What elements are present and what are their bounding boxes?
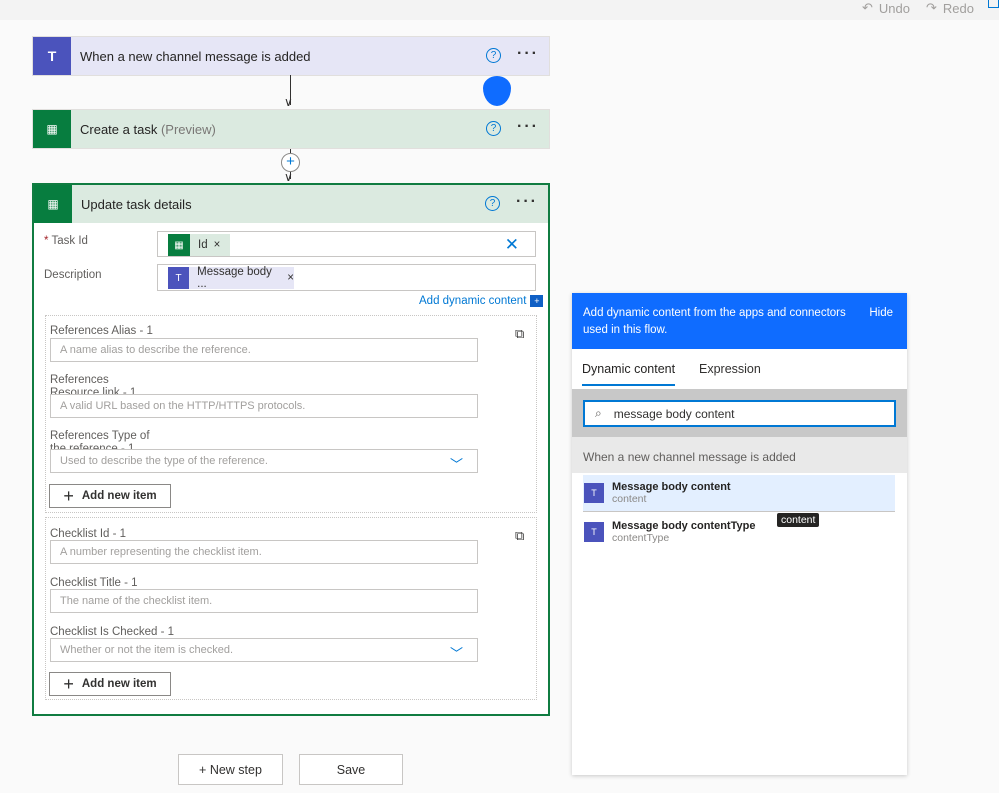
remove-token-icon[interactable]: × (214, 239, 221, 251)
description-label: Description (44, 269, 102, 281)
teams-icon: T (584, 483, 604, 503)
checklist-checked-dropdown[interactable]: Whether or not the item is checked. ﹀ (50, 638, 478, 662)
references-type-dropdown[interactable]: Used to describe the type of the referen… (50, 449, 478, 473)
dynamic-item[interactable]: T Message body content content (583, 475, 895, 512)
dynamic-content-panel: Add dynamic content from the apps and co… (572, 293, 907, 775)
references-add-item-button[interactable]: + Add new item (49, 484, 171, 508)
hide-button[interactable]: Hide (869, 305, 893, 322)
description-field[interactable]: T Message body ... × (157, 264, 536, 291)
save-button[interactable]: Save (299, 754, 403, 785)
search-icon: ⌕ (595, 406, 602, 420)
help-icon[interactable]: ? (486, 48, 501, 63)
help-icon[interactable]: ? (485, 196, 500, 211)
teams-icon: T (33, 37, 71, 75)
message-body-token: T Message body ... × (168, 266, 294, 290)
teams-icon: T (168, 267, 190, 289)
panel-tabs: Dynamic content Expression (572, 349, 907, 389)
references-link-input[interactable]: A valid URL based on the HTTP/HTTPS prot… (50, 394, 478, 418)
redo-button[interactable]: ↷ Redo (926, 0, 974, 16)
remove-token-icon[interactable]: × (287, 272, 294, 284)
search-input[interactable]: ⌕ message body content (583, 400, 896, 427)
checklist-id-input[interactable]: A number representing the checklist item… (50, 540, 478, 564)
more-options-icon[interactable]: ··· (517, 45, 539, 63)
cursor-drop-icon (483, 76, 511, 106)
switch-to-text-mode-icon[interactable]: ⧉ (515, 528, 524, 544)
task-id-field[interactable]: ▦ Id × ✕ (157, 231, 536, 257)
more-options-icon[interactable]: ··· (516, 193, 538, 211)
tab-expression[interactable]: Expression (699, 362, 761, 376)
references-alias-label: References Alias - 1 (50, 325, 153, 337)
clear-icon[interactable]: ✕ (505, 235, 519, 255)
add-dynamic-icon: + (530, 295, 544, 307)
references-alias-input[interactable]: A name alias to describe the reference. (50, 338, 478, 362)
tooltip: content (777, 513, 820, 527)
checklist-checked-label: Checklist Is Checked - 1 (50, 626, 174, 638)
chevron-down-icon: ﹀ (449, 457, 463, 472)
step-trigger-card[interactable]: T When a new channel message is added ? … (32, 36, 550, 76)
checklist-title-input[interactable]: The name of the checklist item. (50, 589, 478, 613)
more-options-icon[interactable]: ··· (517, 118, 539, 136)
top-toolbar (0, 0, 999, 20)
step-create-task-card[interactable]: ▦ Create a task (Preview) ? ··· (32, 109, 550, 149)
help-icon[interactable]: ? (486, 121, 501, 136)
undo-icon: ↶ (862, 0, 873, 15)
search-area: ⌕ message body content (572, 389, 907, 437)
undo-button[interactable]: ↶ Undo (862, 0, 910, 16)
step-title: Create a task (Preview) (80, 121, 216, 137)
arrow-head-icon: ∨ (284, 170, 293, 184)
teams-icon: T (584, 522, 604, 542)
planner-icon: ▦ (168, 234, 190, 256)
task-id-label: * Task Id (44, 235, 88, 247)
switch-to-text-mode-icon[interactable]: ⧉ (515, 326, 524, 342)
planner-icon: ▦ (33, 110, 71, 148)
checklist-add-item-button[interactable]: + Add new item (49, 672, 171, 696)
arrow-head-icon: ∨ (284, 95, 293, 109)
new-step-button[interactable]: + New step (178, 754, 283, 785)
step-title: Update task details (81, 196, 192, 212)
comments-icon[interactable] (988, 0, 999, 8)
step-title: When a new channel message is added (80, 48, 311, 64)
redo-icon: ↷ (926, 0, 937, 15)
tab-dynamic-content[interactable]: Dynamic content (582, 362, 676, 386)
plus-icon: + (63, 673, 74, 694)
panel-header: Add dynamic content from the apps and co… (572, 293, 907, 349)
chevron-down-icon: ﹀ (449, 646, 463, 661)
planner-icon: ▦ (34, 185, 72, 223)
group-header: When a new channel message is added (572, 437, 907, 473)
add-dynamic-content-link[interactable]: Add dynamic content + (419, 295, 544, 307)
checklist-id-label: Checklist Id - 1 (50, 528, 127, 540)
plus-icon: + (63, 485, 74, 506)
dynamic-item[interactable]: T Message body contentType contentType (583, 515, 895, 549)
checklist-title-label: Checklist Title - 1 (50, 577, 138, 589)
id-token: ▦ Id × (168, 234, 230, 256)
